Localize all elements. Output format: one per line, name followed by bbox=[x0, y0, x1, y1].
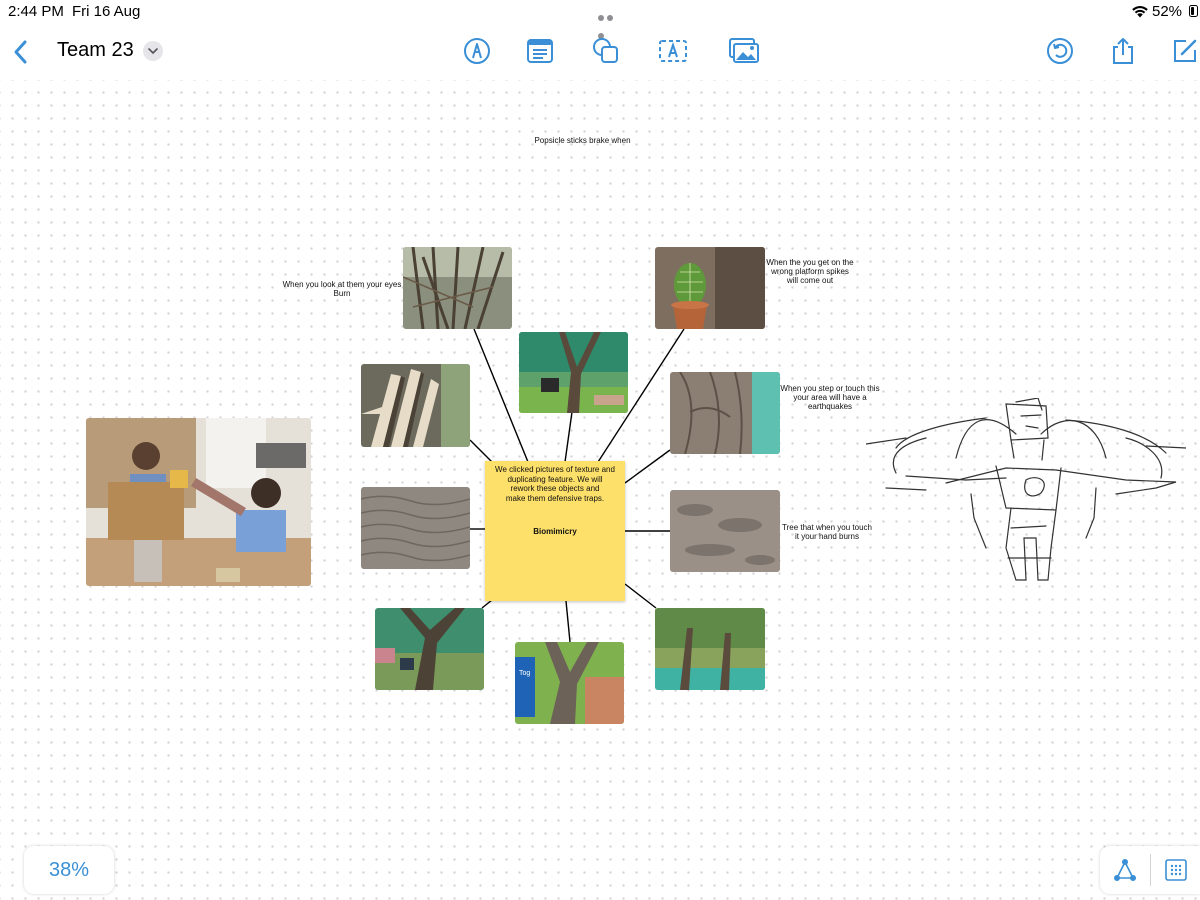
sticky-title: Biomimicry bbox=[533, 527, 577, 536]
popsicle-note[interactable]: Popsicle sticks brake when bbox=[510, 136, 655, 145]
battery-icon bbox=[1189, 5, 1198, 17]
chevron-down-icon bbox=[148, 48, 158, 55]
media-tool-button[interactable] bbox=[728, 36, 759, 66]
hand-drawn-sketch[interactable] bbox=[866, 398, 1186, 588]
text-box-tool-button[interactable] bbox=[525, 36, 555, 66]
share-icon bbox=[1113, 38, 1133, 64]
bottom-right-controls bbox=[1100, 846, 1200, 894]
photo-sand-texture[interactable] bbox=[361, 487, 470, 569]
pen-tool-button[interactable] bbox=[462, 36, 492, 66]
shapes-tool-button[interactable] bbox=[591, 36, 621, 66]
diagram-button[interactable] bbox=[1100, 846, 1150, 894]
status-time: 2:44 PM bbox=[8, 3, 64, 20]
text-icon bbox=[659, 40, 687, 62]
text-tool-button[interactable] bbox=[658, 36, 688, 66]
zoom-level-button[interactable]: 38% bbox=[24, 846, 114, 894]
multitasking-dots[interactable] bbox=[598, 8, 624, 39]
compose-icon bbox=[1174, 39, 1197, 62]
eyes-burn-note[interactable]: When you look at them your eyes Burn bbox=[276, 280, 408, 298]
battery-percentage: 52% bbox=[1152, 3, 1183, 20]
biomimicry-sticky-note[interactable]: We clicked pictures of texture and dupli… bbox=[485, 461, 625, 601]
photo-tree-branches[interactable] bbox=[403, 247, 512, 329]
back-icon bbox=[14, 40, 27, 64]
grid-toggle-button[interactable] bbox=[1151, 846, 1200, 894]
photo-tree-sign[interactable]: Tog bbox=[515, 642, 624, 724]
status-date: Fri 16 Aug bbox=[72, 3, 141, 20]
photo-bark-texture[interactable] bbox=[670, 372, 780, 454]
wifi-icon bbox=[1132, 6, 1148, 18]
connector-nodes-icon bbox=[1114, 859, 1136, 881]
toolbar: Team 23 bbox=[0, 24, 1200, 80]
undo-icon bbox=[1047, 38, 1073, 64]
photo-tree-fence[interactable] bbox=[519, 332, 628, 413]
photo-cactus[interactable] bbox=[655, 247, 765, 329]
share-button[interactable] bbox=[1108, 36, 1138, 66]
media-icon bbox=[729, 38, 759, 63]
shapes-icon bbox=[593, 38, 618, 63]
photo-palm-trunk[interactable] bbox=[361, 364, 470, 447]
grid-icon bbox=[1165, 859, 1187, 881]
sticky-body-text: We clicked pictures of texture and dupli… bbox=[495, 465, 615, 503]
photo-stone-texture[interactable] bbox=[670, 490, 780, 572]
platform-spikes-note[interactable]: When the you get on the wrong platform sp… bbox=[755, 258, 865, 285]
text-box-icon bbox=[527, 39, 553, 63]
photo-classroom-prototype[interactable] bbox=[86, 418, 311, 586]
document-title[interactable]: Team 23 bbox=[57, 39, 134, 62]
photo-trees-right[interactable] bbox=[655, 608, 765, 690]
title-menu-button[interactable] bbox=[143, 41, 163, 61]
undo-button[interactable] bbox=[1045, 36, 1075, 66]
photo-tree-trunk-left[interactable] bbox=[375, 608, 484, 690]
status-bar: 2:44 PM Fri 16 Aug 52% bbox=[0, 0, 1200, 39]
new-board-button[interactable] bbox=[1170, 36, 1200, 66]
back-button[interactable] bbox=[10, 38, 32, 66]
sign-text: Tog bbox=[519, 670, 531, 677]
pen-icon bbox=[464, 38, 490, 64]
